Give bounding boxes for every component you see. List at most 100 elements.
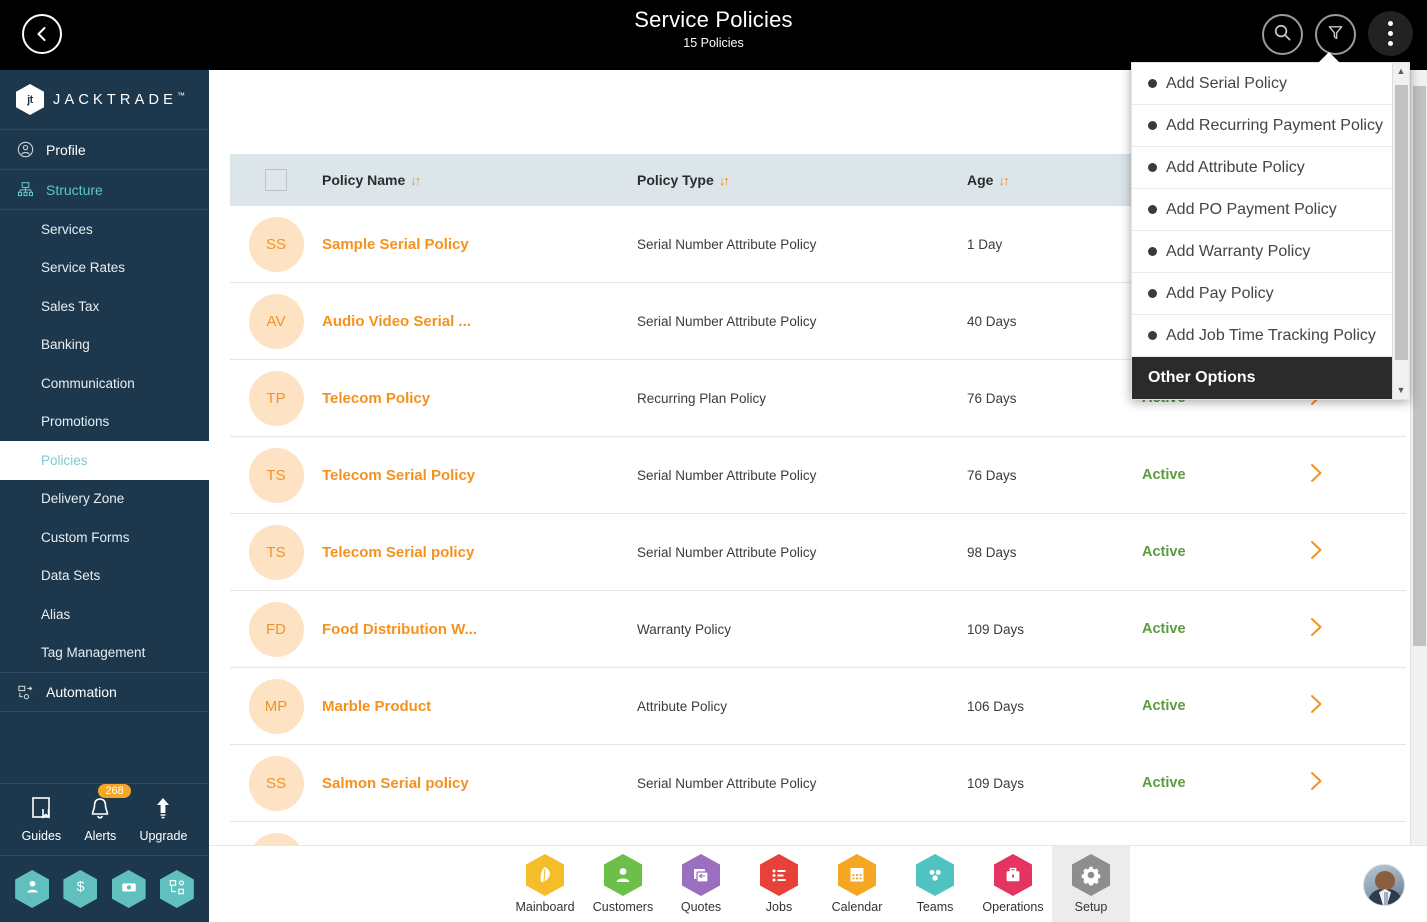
sidebar-item-automation[interactable]: Automation [0,672,209,712]
more-options-button[interactable] [1368,11,1413,56]
triangle-up-icon[interactable]: ▲ [1397,63,1406,80]
row-policy-name[interactable]: Telecom Serial Policy [322,467,637,484]
row-open-button[interactable] [1292,693,1406,720]
column-header-age[interactable]: Age ↓↑ [967,172,1142,188]
row-avatar-cell: TP [230,370,322,426]
three-dots-icon-dot2 [1388,31,1393,36]
dollar-icon: $ [72,878,89,900]
menu-item-add-attribute-policy[interactable]: Add Attribute Policy [1132,147,1409,189]
row-open-button[interactable] [1292,770,1406,797]
menu-item-add-serial-policy[interactable]: Add Serial Policy [1132,63,1409,105]
alerts-button[interactable]: 268 Alerts [84,784,131,843]
bottom-nav-mainboard[interactable]: Mainboard [506,846,584,922]
sort-arrows-icon[interactable]: ↓↑ [410,173,421,188]
row-policy-name[interactable]: Telecom Policy [322,390,637,407]
chevron-right-icon [1308,539,1325,566]
row-policy-name[interactable]: Marble Product [322,698,637,715]
triangle-down-icon[interactable]: ▼ [1397,382,1406,399]
shortcut-payment[interactable] [111,870,146,908]
payment-icon [120,878,138,901]
filter-button[interactable] [1315,14,1356,55]
bottom-nav-calendar[interactable]: Calendar [818,846,896,922]
sidebar-item-data-sets[interactable]: Data Sets [0,557,209,596]
row-age: 109 Days [967,621,1025,637]
page-scrollbar[interactable] [1410,70,1427,845]
table-row[interactable]: TS Telecom Serial Policy Serial Number Att… [230,437,1406,514]
sidebar-item-banking[interactable]: Banking [0,326,209,365]
sidebar-quick-actions: Guides 268 Alerts Upgrade [0,784,209,856]
sidebar-item-profile[interactable]: Profile [0,130,209,170]
team-icon [916,854,954,896]
row-policy-name[interactable]: Salmon Serial policy [322,775,637,792]
avatar[interactable] [1363,864,1405,906]
quick-label: Upgrade [139,829,188,843]
row-open-button[interactable] [1292,462,1406,489]
dropdown-scrollbar[interactable]: ▲ ▼ [1392,63,1409,399]
chevron-left-icon [34,26,50,42]
bottom-nav-operations[interactable]: Operations [974,846,1052,922]
row-policy-name[interactable]: Sample Serial Policy [322,236,637,253]
menu-item-label: Add Job Time Tracking Policy [1166,326,1376,344]
upgrade-button[interactable]: Upgrade [139,796,187,843]
table-row[interactable]: SS Salmon Serial policy Serial Number Attr… [230,745,1406,822]
menu-item-other-options[interactable]: Other Options [1132,357,1409,399]
sidebar-item-structure[interactable]: Structure [0,170,209,210]
menu-item-add-pay-policy[interactable]: Add Pay Policy [1132,273,1409,315]
row-policy-type: Serial Number Attribute Policy [637,236,817,252]
dropdown-scrollbar-thumb[interactable] [1395,85,1408,360]
shortcut-workflow[interactable] [159,870,194,908]
back-button[interactable] [22,14,62,54]
bottom-nav-setup[interactable]: Setup [1052,845,1130,922]
shortcut-dollar[interactable]: $ [63,870,98,908]
menu-item-add-warranty-policy[interactable]: Add Warranty Policy [1132,231,1409,273]
sort-arrows-icon[interactable]: ↓↑ [998,173,1009,188]
row-policy-name[interactable]: Audio Video Serial ... [322,313,637,330]
sidebar-item-services[interactable]: Services [0,210,209,249]
menu-item-add-po-payment-policy[interactable]: Add PO Payment Policy [1132,189,1409,231]
table-row[interactable]: TS Telecom Serial policy Serial Number Att… [230,514,1406,591]
shortcut-person[interactable] [15,870,50,908]
guides-button[interactable]: Guides [22,796,61,843]
svg-text:$: $ [76,879,84,895]
sidebar-item-tag-management[interactable]: Tag Management [0,634,209,673]
brand-logo[interactable]: jt JACKTRADE™ [0,70,209,130]
row-policy-name[interactable]: Food Distribution W... [322,621,637,638]
sidebar-item-sales-tax[interactable]: Sales Tax [0,287,209,326]
brand-tm: ™ [177,91,186,101]
menu-item-label: Add Attribute Policy [1166,158,1305,176]
sidebar-footer: Guides 268 Alerts Upgrade $ [0,783,209,922]
sidebar-item-custom-forms[interactable]: Custom Forms [0,518,209,557]
menu-item-add-job-time-tracking-policy[interactable]: Add Job Time Tracking Policy [1132,315,1409,357]
table-row[interactable]: FD Food Distribution W... Warranty Policy 1… [230,591,1406,668]
column-header-policy-name[interactable]: Policy Name ↓↑ [322,172,637,188]
sidebar-item-label: Profile [46,141,86,158]
chevron-right-icon [1308,693,1325,720]
table-row[interactable]: MP Marble Product Attribute Policy 106 Days… [230,668,1406,745]
row-open-button[interactable] [1292,616,1406,643]
sort-arrows-icon[interactable]: ↓↑ [719,173,730,188]
bottom-nav-customers[interactable]: Customers [584,846,662,922]
search-button[interactable] [1262,14,1303,55]
sidebar-item-service-rates[interactable]: Service Rates [0,249,209,288]
page-title: Service Policies [634,7,793,32]
avatar-initials: AV [248,293,304,349]
menu-item-add-recurring-payment-policy[interactable]: Add Recurring Payment Policy [1132,105,1409,147]
bottom-nav-quotes[interactable]: Quotes [662,846,740,922]
table-row[interactable]: SHSmart homes warraWarranty Policy133 Da… [230,822,1406,845]
sidebar-item-promotions[interactable]: Promotions [0,403,209,442]
row-open-button[interactable] [1292,539,1406,566]
sidebar-item-delivery-zone[interactable]: Delivery Zone [0,480,209,519]
sidebar-item-communication[interactable]: Communication [0,364,209,403]
bottom-nav-teams[interactable]: Teams [896,846,974,922]
avatar-initials: TS [248,447,304,503]
menu-item-label: Add Pay Policy [1166,284,1274,302]
row-policy-name[interactable]: Telecom Serial policy [322,544,637,561]
bottom-nav-jobs[interactable]: Jobs [740,846,818,922]
sidebar-item-label: Services [41,221,93,237]
sidebar-item-policies[interactable]: Policies [0,441,209,480]
page-scrollbar-thumb[interactable] [1413,86,1426,646]
column-header-policy-type[interactable]: Policy Type ↓↑ [637,172,967,188]
sidebar-item-alias[interactable]: Alias [0,595,209,634]
select-all-checkbox[interactable] [265,169,287,191]
sidebar: jt JACKTRADE™ Profile Structure Services… [0,70,209,922]
